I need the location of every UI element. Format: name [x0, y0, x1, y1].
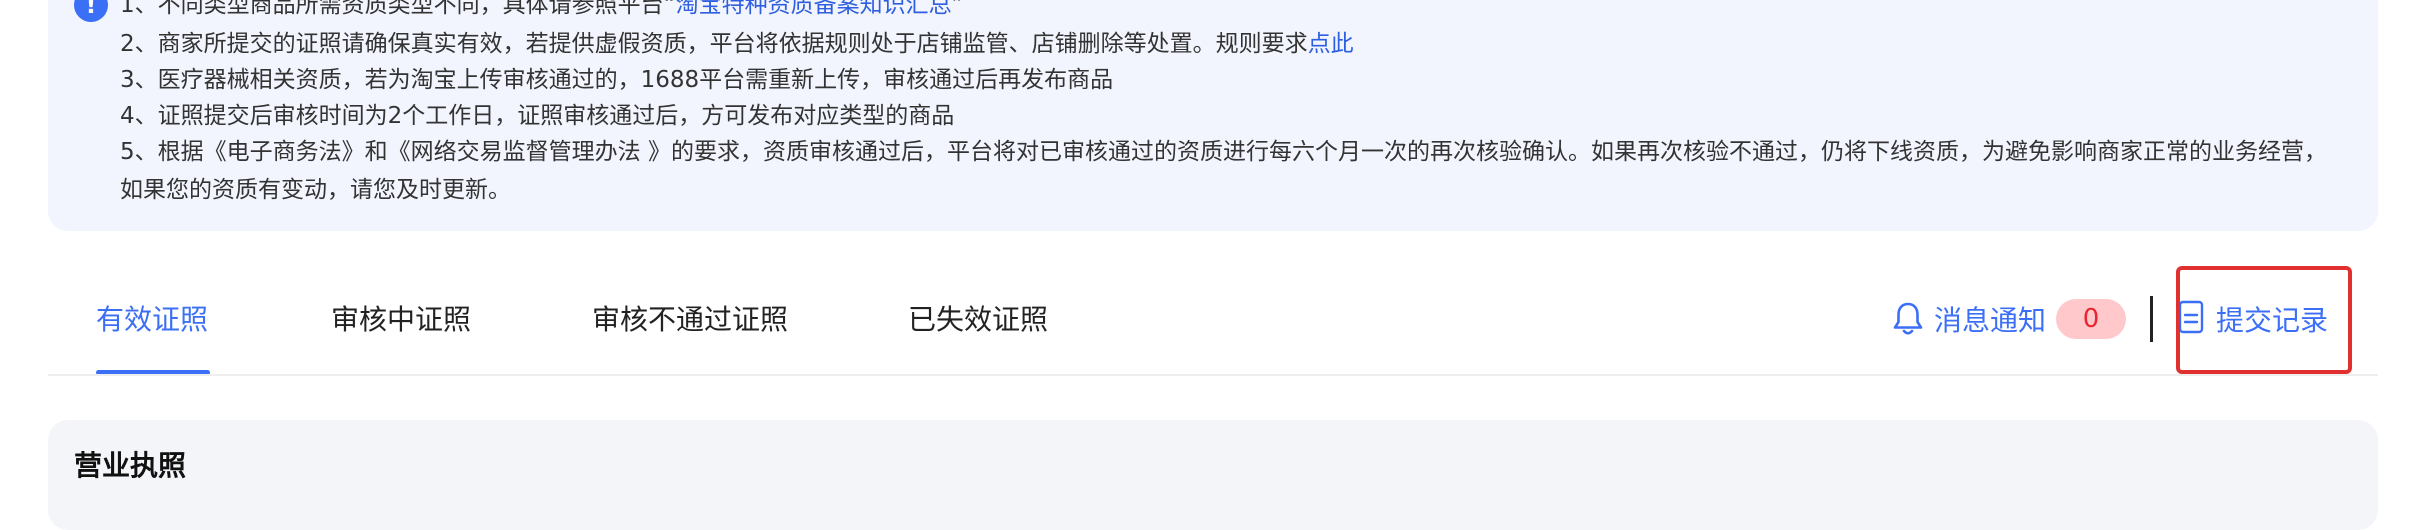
tab-expired[interactable]: 已失效证照 [908, 300, 1048, 340]
notice-line-1-text: 1、不同类型商品所需资质类型不同，具体请参照平台“ [120, 0, 676, 18]
notice-line-1: 1、不同类型商品所需资质类型不同，具体请参照平台“淘宝特种资质备案知识汇总” [120, 0, 963, 20]
notice-line-3: 3、医疗器械相关资质，若为淘宝上传审核通过的，1688平台需重新上传，审核通过后… [120, 67, 1114, 93]
notice-line-5: 5、根据《电子商务法》和《网络交易监督管理办法 》的要求，资质审核通过后，平台将… [120, 139, 2327, 203]
vertical-divider [2150, 296, 2153, 342]
tab-review-failed[interactable]: 审核不通过证照 [592, 300, 788, 340]
notice-line-4: 4、证照提交后审核时间为2个工作日，证照审核通过后，方可发布对应类型的商品 [120, 103, 955, 129]
special-qualification-link[interactable]: 淘宝特种资质备案知识汇总 [676, 0, 952, 18]
notification-button[interactable]: 消息通知 0 [1892, 296, 2127, 342]
notice-line-2: 2、商家所提交的证照请确保真实有效，若提供虚假资质，平台将依据规则处于店铺监管、… [120, 29, 1354, 59]
tab-under-review[interactable]: 审核中证照 [331, 300, 471, 340]
notification-label: 消息通知 [1934, 304, 2047, 337]
highlight-annotation-box [2176, 266, 2352, 374]
notification-count-badge: 0 [2056, 299, 2127, 339]
notice-line-1-suffix: ” [951, 0, 964, 18]
bell-icon [1892, 301, 1924, 337]
notice-line-2-text: 2、商家所提交的证照请确保真实有效，若提供虚假资质，平台将依据规则处于店铺监管、… [120, 31, 1308, 57]
rules-link[interactable]: 点此 [1308, 31, 1354, 57]
business-license-section: 营业执照 [48, 420, 2378, 530]
section-title: 营业执照 [74, 449, 187, 482]
tabs-divider [48, 374, 2378, 376]
tab-valid-licenses[interactable]: 有效证照 [96, 300, 208, 340]
